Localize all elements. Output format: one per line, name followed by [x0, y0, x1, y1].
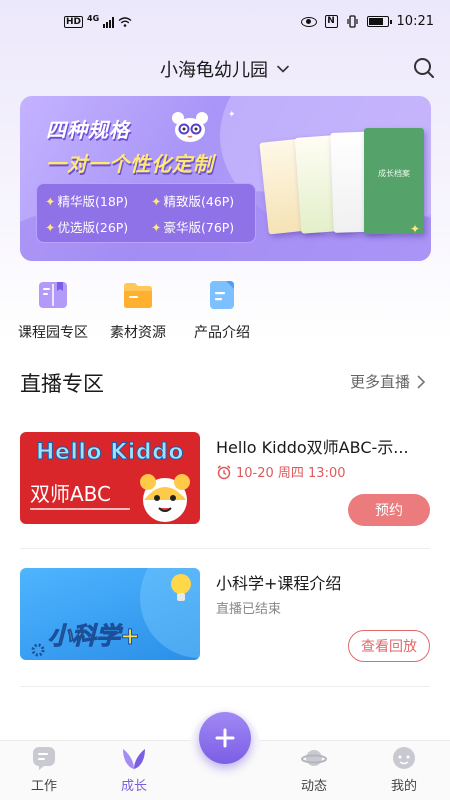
signal-icon: [103, 16, 115, 28]
document-icon: [210, 281, 234, 309]
battery-icon: [366, 16, 392, 27]
lightbulb-icon: [171, 574, 191, 601]
divider: [20, 686, 430, 687]
face-icon: [393, 747, 415, 769]
status-bar: HD 4G N 10:21: [0, 0, 450, 46]
mascot-icon: [140, 474, 190, 522]
chevron-right-icon: [417, 374, 426, 389]
tab-label: 成长: [120, 779, 147, 794]
book-label: 成长档案: [378, 169, 410, 178]
chevron-down-icon: [277, 65, 289, 73]
book-icon: [39, 282, 67, 308]
sparkle-icon: ✦: [228, 110, 236, 120]
page-title: 小海龟幼儿园: [160, 60, 268, 81]
thumbnail-subtitle: 双师ABC: [30, 482, 112, 506]
sprout-icon: [123, 749, 145, 769]
quick-entry-label: 素材资源: [110, 325, 166, 341]
tab-label: 我的: [390, 779, 417, 794]
divider: [20, 548, 430, 549]
live-time: 10-20 周四 13:00: [216, 462, 346, 481]
quick-entry-label: 产品介绍: [194, 325, 250, 341]
live-title: 小科学+课程介绍: [216, 574, 342, 593]
thumbnail-underline: [30, 508, 130, 510]
banner-option: ✦ 精华版(18P): [45, 194, 129, 209]
banner-options-box: ✦ 精华版(18P) ✦ 精致版(46P) ✦ 优选版(26P) ✦ 豪华版(76P): [36, 183, 256, 243]
plus-icon: [215, 728, 235, 748]
banner-option: ✦ 豪华版(76P): [151, 220, 235, 235]
tab-work[interactable]: 工作: [14, 745, 74, 794]
vibrate-icon: [346, 15, 358, 28]
status-left: HD 4G: [64, 13, 132, 28]
section-title: 直播专区: [20, 372, 104, 396]
mascot-icon: [172, 112, 208, 142]
alarm-clock-icon: [217, 464, 231, 479]
tab-mine[interactable]: 我的: [374, 745, 434, 794]
nfc-icon: N: [324, 15, 338, 28]
add-button[interactable]: [199, 712, 251, 764]
tab-label: 动态: [300, 779, 327, 794]
live-thumbnail: 小科学+: [20, 568, 200, 660]
chat-icon: [33, 747, 55, 770]
sparkle-icon: ✦: [410, 222, 421, 236]
gear-icon: [31, 643, 45, 657]
thumbnail-title: 小科学+: [47, 622, 141, 651]
title-bar: 小海龟幼儿园: [0, 50, 450, 90]
network-type: 4G: [87, 13, 100, 23]
planet-icon: [301, 750, 327, 766]
tab-label: 工作: [30, 779, 57, 794]
live-time-text: 10-20 周四 13:00: [236, 466, 346, 481]
eye-comfort-icon: [300, 16, 317, 27]
hd-badge: HD: [64, 16, 84, 28]
banner-headline: 四种规格: [46, 118, 130, 142]
folder-icon: [124, 283, 152, 308]
quick-entry-materials[interactable]: 素材资源: [110, 278, 166, 342]
status-time: 10:21: [396, 14, 434, 29]
status-right: N 10:21: [300, 14, 434, 29]
more-live-link[interactable]: 更多直播: [350, 371, 426, 392]
school-selector[interactable]: 小海龟幼儿园: [0, 56, 450, 82]
promo-banner[interactable]: 四种规格 一对一个性化定制 ✦ 精华版(18P) ✦ 精致版(46P) ✦ 优选版(2…: [20, 96, 431, 261]
banner-option: ✦ 精致版(46P): [151, 194, 235, 209]
live-card[interactable]: Hello Kiddo 双师ABC Hello Kiddo双师ABC-示... …: [20, 432, 430, 528]
wifi-icon: [118, 17, 132, 27]
search-icon[interactable]: [412, 56, 436, 80]
watch-replay-button[interactable]: 查看回放: [348, 630, 430, 662]
live-title: Hello Kiddo双师ABC-示...: [216, 438, 409, 457]
banner-option: ✦ 优选版(26P): [45, 220, 129, 235]
tab-growth[interactable]: 成长: [104, 745, 164, 794]
live-card[interactable]: 小科学+ 小科学+课程介绍 直播已结束 查看回放: [20, 568, 430, 664]
quick-entry-courses[interactable]: 课程园专区: [18, 278, 88, 342]
quick-entry-label: 课程园专区: [18, 325, 88, 341]
thumbnail-title: Hello Kiddo: [36, 440, 184, 466]
reserve-button[interactable]: 预约: [348, 494, 430, 526]
book-samples-image: 成长档案: [259, 128, 424, 244]
tab-moments[interactable]: 动态: [284, 745, 344, 794]
live-thumbnail: Hello Kiddo 双师ABC: [20, 432, 200, 524]
book-cover: 成长档案: [364, 128, 424, 234]
more-live-label: 更多直播: [349, 373, 410, 391]
quick-entry-products[interactable]: 产品介绍: [194, 278, 250, 342]
banner-subheadline: 一对一个性化定制: [46, 152, 214, 176]
live-status: 直播已结束: [216, 602, 282, 617]
